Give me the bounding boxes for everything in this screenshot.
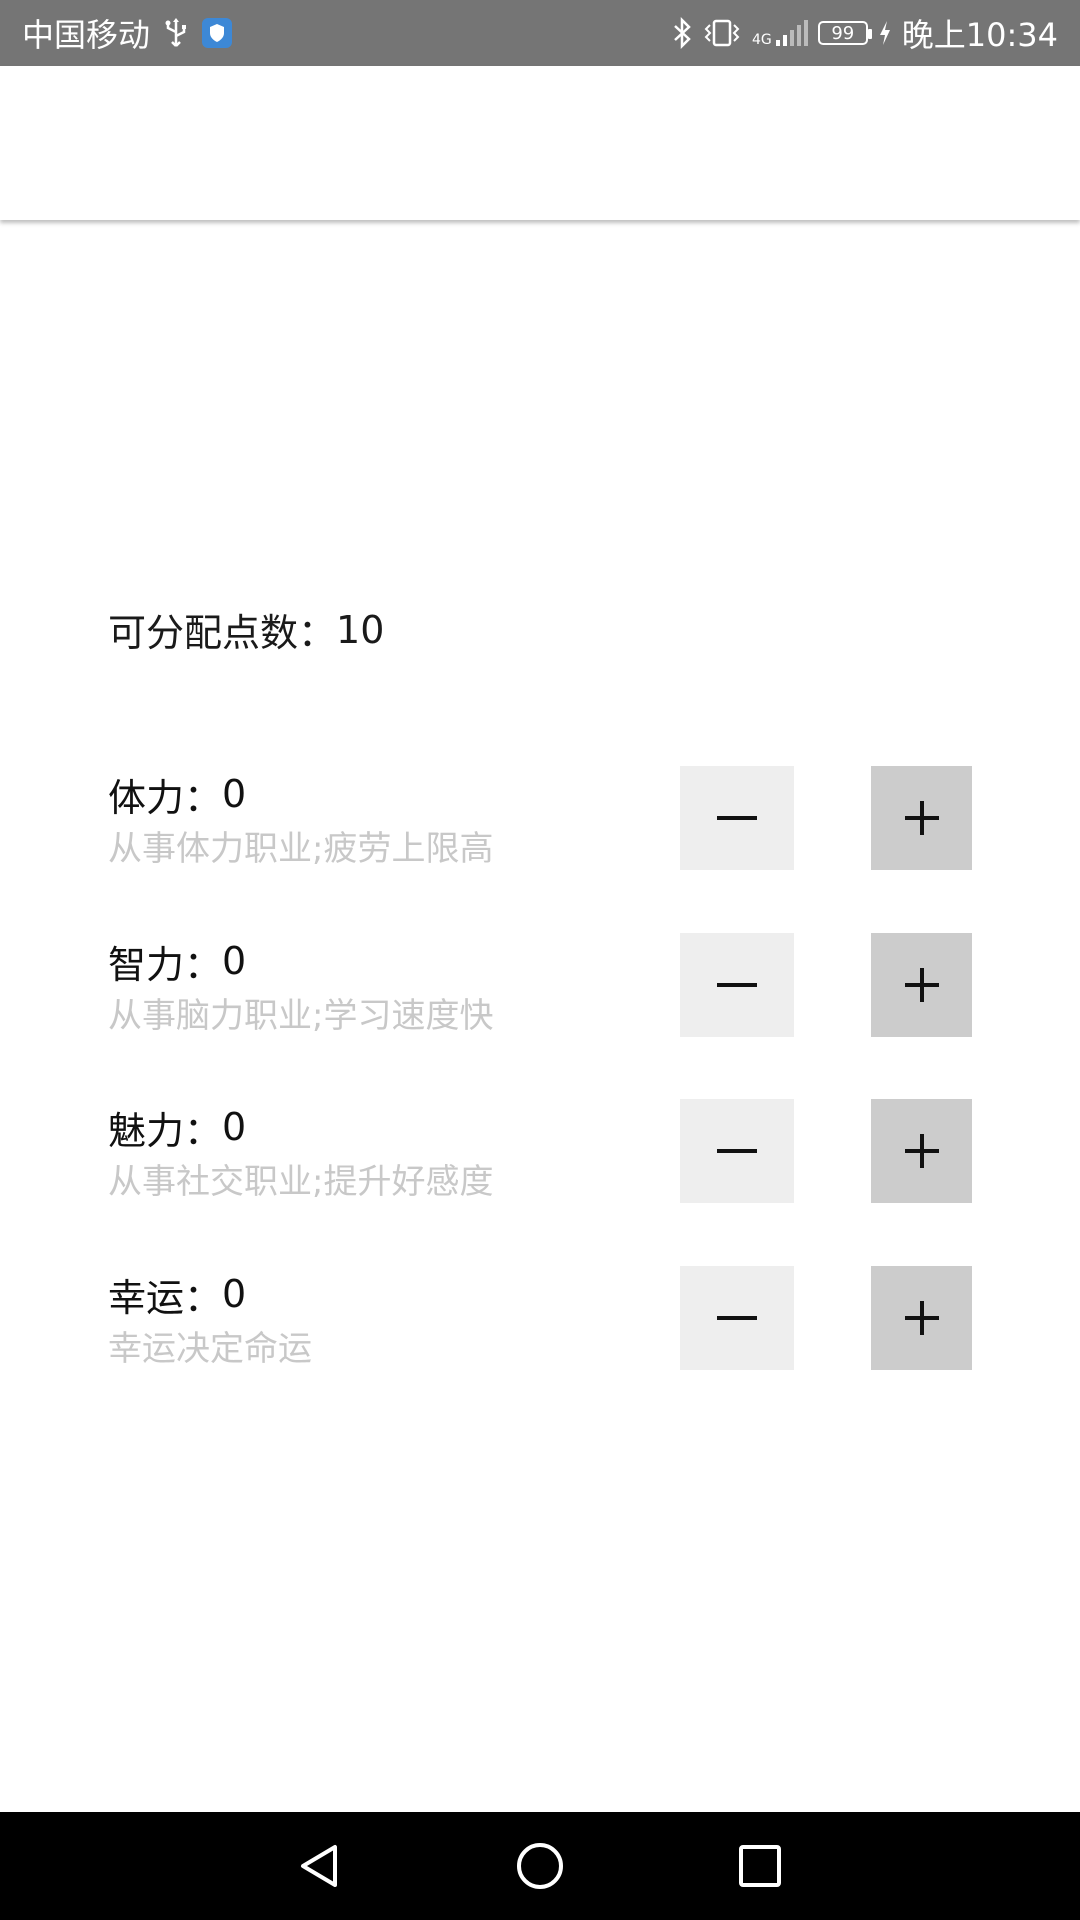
minus-icon — [717, 1316, 757, 1320]
back-triangle-icon — [301, 1845, 337, 1887]
decrease-stamina-button[interactable] — [680, 766, 794, 870]
attribute-name-line: 幸运： 0 — [108, 1266, 246, 1322]
charging-icon — [878, 20, 892, 46]
network-type: 4G — [752, 32, 772, 48]
plus-icon — [904, 1134, 939, 1168]
nav-recents-button[interactable] — [732, 1838, 788, 1894]
nav-back-button[interactable] — [292, 1838, 348, 1894]
points-value: 10 — [336, 607, 385, 652]
status-bar: 中国移动 4G 99 晚上10:34 — [0, 0, 1080, 66]
points-available: 可分配点数： 10 — [108, 602, 384, 657]
minus-icon — [717, 983, 757, 987]
attribute-row-luck: 幸运： 0 幸运决定命运 — [0, 1266, 1080, 1370]
increase-intelligence-button[interactable] — [871, 933, 972, 1037]
attribute-value: 0 — [222, 772, 247, 816]
shield-icon — [202, 18, 233, 48]
status-left: 中国移动 — [22, 0, 233, 66]
bluetooth-icon — [672, 17, 692, 49]
attribute-name: 魅力： — [108, 1108, 223, 1153]
points-label: 可分配点数： — [108, 611, 337, 655]
attribute-value: 0 — [222, 1272, 247, 1316]
attribute-row-charm: 魅力： 0 从事社交职业;提升好感度 — [0, 1099, 1080, 1203]
attribute-description: 从事社交职业;提升好感度 — [108, 1161, 494, 1202]
attribute-name: 幸运： — [108, 1275, 223, 1320]
attribute-name-line: 体力： 0 — [108, 766, 246, 822]
plus-icon — [904, 801, 939, 835]
attribute-row-stamina: 体力： 0 从事体力职业;疲劳上限高 — [0, 766, 1080, 870]
minus-icon — [717, 1149, 757, 1153]
increase-stamina-button[interactable] — [871, 766, 972, 870]
navigation-bar — [0, 1812, 1080, 1920]
increase-charm-button[interactable] — [871, 1099, 972, 1203]
attribute-value: 0 — [222, 1105, 247, 1149]
vibrate-icon — [702, 17, 742, 49]
carrier-name: 中国移动 — [22, 16, 151, 54]
attribute-row-intelligence: 智力： 0 从事脑力职业;学习速度快 — [0, 933, 1080, 1037]
recents-square-icon — [739, 1845, 781, 1887]
attribute-name-line: 魅力： 0 — [108, 1099, 246, 1155]
plus-icon — [904, 1301, 939, 1335]
attribute-description: 从事脑力职业;学习速度快 — [108, 995, 494, 1036]
signal-icon: 4G — [752, 18, 808, 48]
attribute-description: 幸运决定命运 — [108, 1328, 312, 1369]
increase-luck-button[interactable] — [871, 1266, 972, 1370]
attribute-description: 从事体力职业;疲劳上限高 — [108, 828, 494, 869]
attribute-name: 智力： — [108, 942, 223, 987]
attribute-name: 体力： — [108, 775, 223, 820]
decrease-intelligence-button[interactable] — [680, 933, 794, 1037]
decrease-charm-button[interactable] — [680, 1099, 794, 1203]
attribute-value: 0 — [222, 939, 247, 983]
battery-level: 99 — [831, 22, 855, 44]
clock: 晚上10:34 — [901, 16, 1058, 54]
battery-icon: 99 — [817, 21, 872, 45]
usb-icon — [164, 18, 188, 48]
decrease-luck-button[interactable] — [680, 1266, 794, 1370]
nav-home-button[interactable] — [512, 1838, 568, 1894]
plus-icon — [904, 968, 939, 1002]
status-right: 4G 99 晚上10:34 — [672, 0, 1058, 66]
attribute-name-line: 智力： 0 — [108, 933, 246, 989]
home-circle-icon — [517, 1843, 563, 1889]
app-bar — [0, 66, 1080, 220]
minus-icon — [717, 816, 757, 820]
